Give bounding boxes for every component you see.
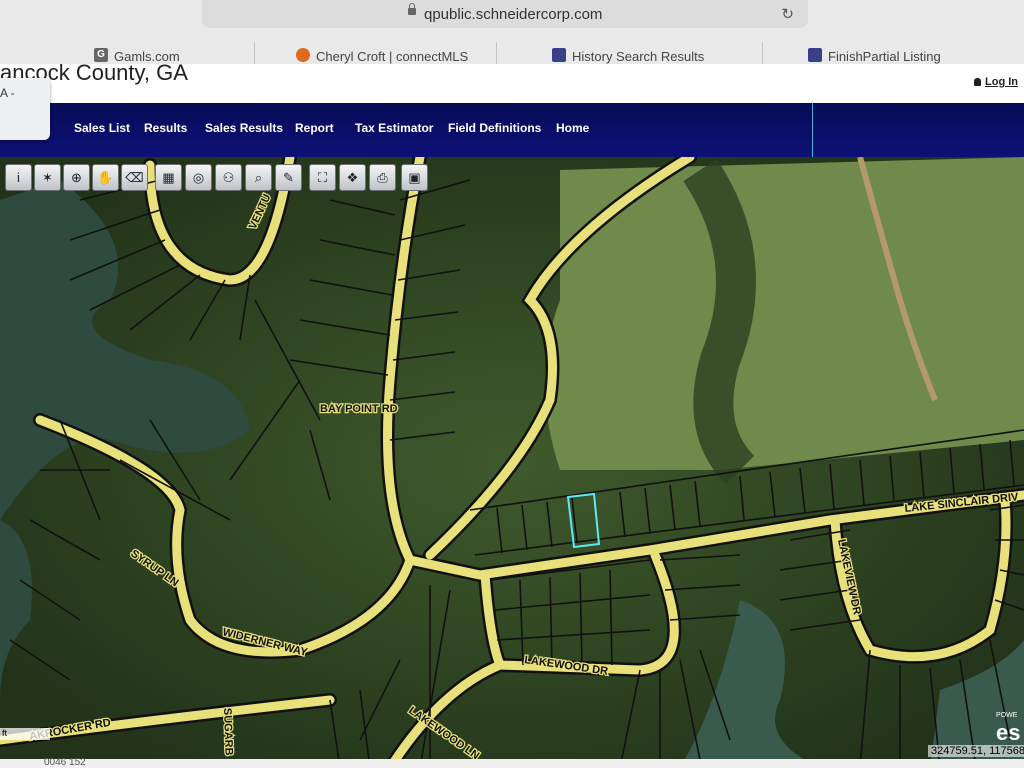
label-bay-point-rd: BAY POINT RD bbox=[320, 403, 398, 415]
coordinate-readout: 324759.51, 1175686 bbox=[928, 745, 1024, 757]
parcel-map[interactable]: BAY POINT RD LAKE SINCLAIR DRIV LAKEVIEW… bbox=[0, 157, 1024, 768]
url-text[interactable]: qpublic.schneidercorp.com bbox=[424, 6, 602, 23]
label-sugarb: SUGARB bbox=[221, 708, 235, 756]
status-text: 0046 152 bbox=[44, 757, 86, 768]
identify-icon[interactable]: ❖ bbox=[339, 164, 366, 191]
nav-sales-results[interactable]: Sales Results bbox=[205, 121, 283, 135]
save-icon[interactable]: ▣ bbox=[401, 164, 428, 191]
mls-icon bbox=[808, 48, 822, 62]
status-strip: 0046 152 bbox=[0, 757, 1024, 768]
login-label: Log In bbox=[985, 76, 1018, 88]
user-icon bbox=[974, 78, 981, 86]
tab-label: FinishPartial Listing bbox=[828, 49, 941, 64]
select-icon[interactable]: ✶ bbox=[34, 164, 61, 191]
pan-icon[interactable]: ✋ bbox=[92, 164, 119, 191]
zoom-in-icon[interactable]: ⊕ bbox=[63, 164, 90, 191]
nav-home[interactable]: Home bbox=[556, 121, 589, 135]
full-extent-icon[interactable]: ⛶ bbox=[309, 164, 336, 191]
buffer-icon[interactable]: ▦ bbox=[155, 164, 182, 191]
nav-report[interactable]: Report bbox=[295, 121, 334, 135]
attribution-powered: POWE bbox=[996, 712, 1018, 719]
login-link[interactable]: Log In bbox=[974, 76, 1018, 88]
tab-label: Cheryl Croft | connectMLS bbox=[316, 49, 469, 64]
nav-results[interactable]: Results bbox=[144, 121, 187, 135]
layers-icon[interactable]: ◎ bbox=[185, 164, 212, 191]
aerial-parcel-svg[interactable]: BAY POINT RD LAKE SINCLAIR DRIV LAKEVIEW… bbox=[0, 157, 1024, 768]
reload-icon[interactable]: ↻ bbox=[781, 5, 794, 23]
eraser-icon[interactable]: ⌫ bbox=[121, 164, 148, 191]
network-icon[interactable]: ⚇ bbox=[215, 164, 242, 191]
search-icon[interactable]: ⌕ bbox=[245, 164, 272, 191]
print-icon[interactable]: ⎙ bbox=[369, 164, 396, 191]
draw-icon[interactable]: ✎ bbox=[275, 164, 302, 191]
panel-text: A - bbox=[0, 86, 15, 100]
address-bar[interactable]: qpublic.schneidercorp.com ↻ bbox=[202, 0, 808, 28]
main-nav: Sales List Results Sales Results Report … bbox=[0, 103, 1024, 157]
lock-icon bbox=[408, 3, 416, 15]
nav-tax-estimator[interactable]: Tax Estimator bbox=[355, 121, 433, 135]
floating-panel[interactable]: A - bbox=[0, 78, 50, 140]
tab-label: History Search Results bbox=[572, 49, 705, 64]
attribution-esri: es bbox=[996, 720, 1021, 745]
house-icon bbox=[296, 48, 310, 62]
info-icon[interactable]: i bbox=[5, 164, 32, 191]
nav-field-definitions[interactable]: Field Definitions bbox=[448, 121, 541, 135]
scale-bar: ft bbox=[0, 728, 50, 740]
nav-sales-list[interactable]: Sales List bbox=[74, 121, 130, 135]
mls-icon bbox=[552, 48, 566, 62]
